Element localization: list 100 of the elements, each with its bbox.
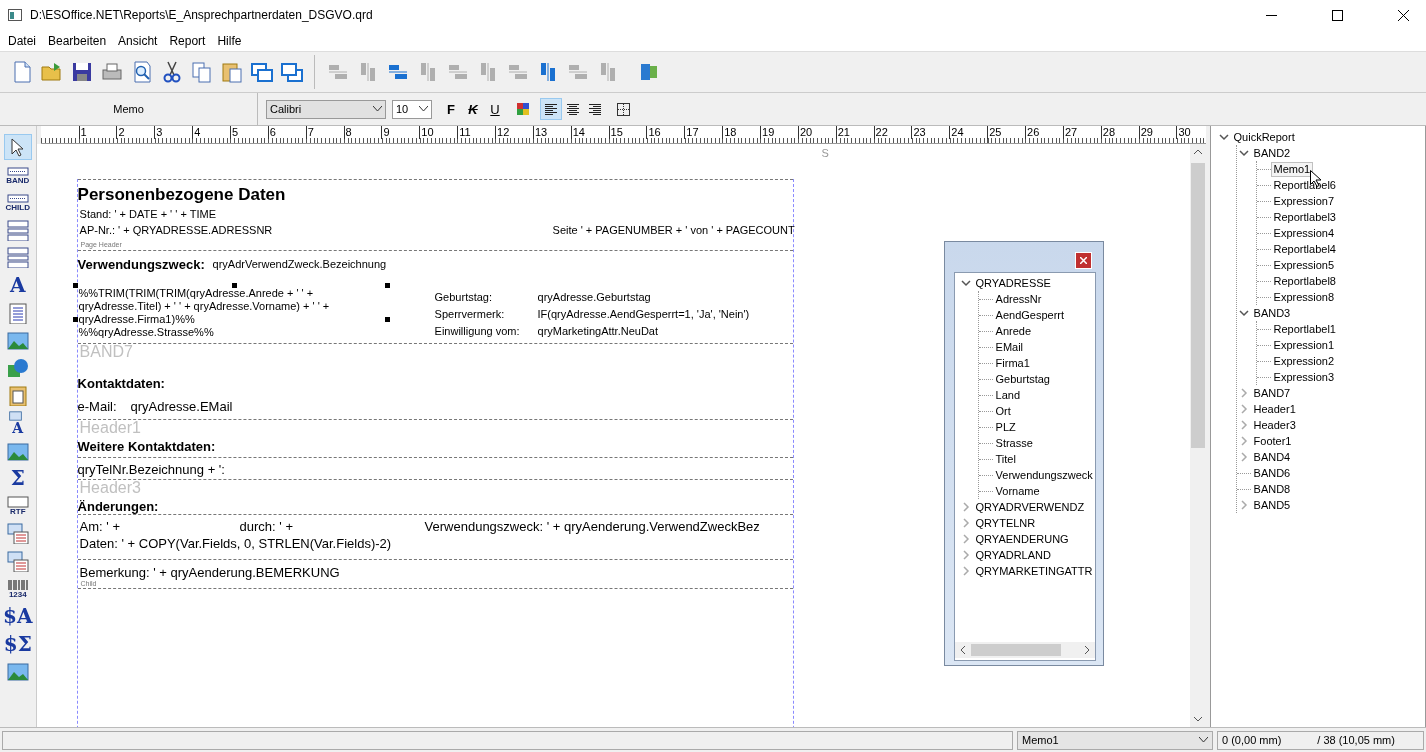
tree-item[interactable]: BAND5 bbox=[1250, 497, 1294, 513]
tree-item[interactable]: Expression4 bbox=[1270, 225, 1338, 241]
report-field[interactable]: qryTelNr.Bezeichnung + ': bbox=[77, 461, 225, 477]
selection-handle[interactable] bbox=[72, 317, 78, 322]
tree-item[interactable]: Reportlabel4 bbox=[1270, 241, 1339, 257]
menu-item[interactable]: Hilfe bbox=[211, 33, 248, 48]
scroll-left-icon[interactable] bbox=[958, 645, 967, 655]
report-field[interactable]: e-Mail: bbox=[77, 398, 117, 414]
underline-button[interactable]: U bbox=[484, 98, 506, 120]
tree-item[interactable]: AendGesperrt bbox=[992, 307, 1068, 323]
tree-item[interactable]: QRYAENDERUNG bbox=[972, 531, 1072, 547]
report-field[interactable]: Verwendungszweck: ' + qryAenderung.VerwendZweckBez bbox=[424, 518, 760, 534]
tree-item[interactable]: Vorname bbox=[992, 483, 1043, 499]
tree-item[interactable]: Header3 bbox=[1250, 417, 1299, 433]
report-field[interactable]: Geburtstag: bbox=[434, 290, 493, 303]
report-field[interactable]: Einwilligung vom: bbox=[434, 324, 520, 337]
tree-item[interactable]: Strasse bbox=[992, 435, 1036, 451]
tree-item[interactable]: Header1 bbox=[1250, 401, 1299, 417]
report-field[interactable]: Am: ' + bbox=[79, 518, 120, 534]
menu-item[interactable]: Bearbeiten bbox=[42, 33, 113, 48]
tree-item[interactable]: Reportlabel6 bbox=[1270, 177, 1339, 193]
exprtext-tool-button[interactable]: $A bbox=[3, 603, 32, 630]
font-dropdown[interactable]: Calibri bbox=[266, 99, 386, 119]
menu-item[interactable]: Ansicht bbox=[112, 33, 164, 48]
tree-item[interactable]: Expression2 bbox=[1270, 353, 1338, 369]
close-button[interactable] bbox=[1074, 252, 1092, 269]
tree-item[interactable]: BAND8 bbox=[1250, 481, 1294, 497]
report-field[interactable]: Änderungen: bbox=[77, 498, 159, 514]
tree-item[interactable]: BAND3 bbox=[1250, 305, 1294, 321]
tree-item[interactable]: EMail bbox=[992, 339, 1027, 355]
tree-item[interactable]: Expression1 bbox=[1270, 337, 1338, 353]
scroll-right-icon[interactable] bbox=[1082, 645, 1091, 655]
tree-item[interactable]: Expression8 bbox=[1270, 289, 1338, 305]
tree-item[interactable]: BAND4 bbox=[1250, 449, 1294, 465]
label-tool-button[interactable]: A bbox=[3, 271, 32, 298]
pointer-tool-button[interactable] bbox=[3, 134, 32, 160]
tree-item[interactable]: QRYADRVERWENDZ bbox=[972, 499, 1088, 515]
selection-handle[interactable] bbox=[384, 283, 390, 288]
tree-item[interactable]: Expression7 bbox=[1270, 193, 1338, 209]
tree-item[interactable]: Geburtstag bbox=[992, 371, 1053, 387]
selection-handle[interactable] bbox=[231, 283, 237, 288]
rtf-tool-button[interactable]: RTF bbox=[3, 492, 32, 519]
tree-item[interactable]: QRYTELNR bbox=[972, 515, 1039, 531]
expr-tool-button[interactable]: Σ bbox=[3, 465, 32, 492]
report-field[interactable]: IF(qryAdresse.AendGesperrt=1, 'Ja', 'Nein') bbox=[537, 307, 750, 320]
tree-item[interactable]: Ort bbox=[992, 403, 1014, 419]
report-field[interactable]: qryAdresse.EMail bbox=[130, 398, 233, 414]
scroll-up-icon[interactable] bbox=[1192, 149, 1203, 155]
report-field[interactable]: Bemerkung: ' + qryAenderung.BEMERKUNG bbox=[79, 564, 340, 580]
bold-button[interactable]: F bbox=[440, 98, 462, 120]
size-dropdown[interactable]: 10 bbox=[392, 99, 432, 119]
italic-button[interactable]: K bbox=[462, 98, 484, 120]
tree-item[interactable]: BAND6 bbox=[1250, 465, 1294, 481]
tree-item[interactable]: Anrede bbox=[992, 323, 1035, 339]
tree-item[interactable]: BAND2 bbox=[1250, 145, 1294, 161]
report-field[interactable]: Daten: ' + COPY(Var.Fields, 0, STRLEN(Var.Fields)-2) bbox=[79, 535, 392, 551]
exprsum-tool-button[interactable]: $Σ bbox=[3, 630, 32, 657]
tree-item[interactable]: BAND7 bbox=[1250, 385, 1294, 401]
tree-item[interactable]: Titel bbox=[992, 451, 1019, 467]
tree-item[interactable]: Firma1 bbox=[992, 355, 1033, 371]
tree-item[interactable]: Footer1 bbox=[1250, 433, 1295, 449]
dbtext-tool-button[interactable]: A bbox=[3, 409, 32, 436]
tree-item[interactable]: QRYADRLAND bbox=[972, 547, 1054, 563]
tree-item[interactable]: Memo1 bbox=[1270, 161, 1314, 177]
tree-item[interactable]: Reportlabel8 bbox=[1270, 273, 1339, 289]
barcode-tool-button[interactable]: 1234 bbox=[3, 575, 32, 602]
report-field[interactable]: Verwendungszweck: bbox=[77, 256, 205, 272]
tree-item[interactable]: Expression5 bbox=[1270, 257, 1338, 273]
tree-item[interactable]: Reportlabel1 bbox=[1270, 321, 1339, 337]
report-field[interactable]: Weitere Kontaktdaten: bbox=[77, 438, 216, 454]
selection-handle[interactable] bbox=[72, 283, 78, 288]
report-field[interactable]: qryAdresse.Geburtstag bbox=[537, 290, 651, 303]
tree-item[interactable]: QRYADRESSE bbox=[972, 275, 1054, 291]
memo-field[interactable]: %%TRIM(TRIM(TRIM(qryAdresse.Anrede + ' ' + qryAdresse.Titel) + ' ' + qryAdresse.Vorname) + ' ' + qryAdresse.Firma1)%% %%qryAdresse.Strasse%% bbox=[78, 287, 330, 339]
selection-handle[interactable] bbox=[384, 317, 390, 322]
tree-item[interactable]: Expression3 bbox=[1270, 369, 1338, 385]
report-field[interactable]: qryMarketingAttr.NeuDat bbox=[537, 324, 658, 337]
tree-item[interactable]: Reportlabel3 bbox=[1270, 209, 1339, 225]
tree-item[interactable]: Verwendungszweck bbox=[992, 467, 1095, 483]
menu-item[interactable]: Report bbox=[163, 33, 212, 48]
report-field[interactable]: Kontaktdaten: bbox=[77, 375, 165, 391]
report-field[interactable]: Personenbezogene Daten bbox=[77, 184, 286, 205]
horizontal-scrollbar[interactable] bbox=[954, 642, 1095, 658]
menu-item[interactable]: Datei bbox=[2, 33, 42, 48]
band-tool-button[interactable]: BAND bbox=[3, 161, 32, 188]
report-field[interactable]: qryAdrVerwendZweck.Bezeichnung bbox=[212, 257, 387, 270]
tree-item[interactable]: PLZ bbox=[992, 419, 1019, 435]
tree-item[interactable]: QuickReport bbox=[1230, 129, 1298, 145]
report-field[interactable]: AP-Nr.: ' + QRYADRESSE.ADRESSNR bbox=[79, 223, 273, 236]
align-left-button[interactable] bbox=[540, 98, 562, 120]
report-field[interactable]: Seite ' + PAGENUMBER + ' von ' + PAGECOUNT bbox=[552, 223, 795, 236]
report-field[interactable]: Stand: ' + DATE + ' ' + TIME bbox=[79, 207, 216, 220]
component-dropdown[interactable]: Memo1 bbox=[1017, 730, 1213, 750]
report-field[interactable]: durch: ' + bbox=[239, 518, 293, 534]
child-tool-button[interactable]: CHILD bbox=[3, 189, 32, 216]
tree-item[interactable]: Land bbox=[992, 387, 1024, 403]
scroll-down-icon[interactable] bbox=[1192, 716, 1203, 722]
tree-item[interactable]: QRYMARKETINGATTR bbox=[972, 563, 1095, 579]
tree-item[interactable]: AdressNr bbox=[992, 291, 1045, 307]
report-field[interactable]: Sperrvermerk: bbox=[434, 307, 505, 320]
